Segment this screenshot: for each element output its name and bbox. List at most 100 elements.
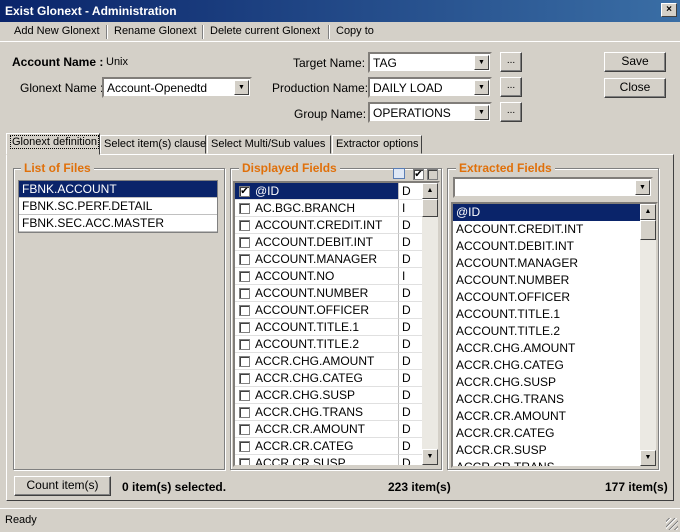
count-items-button[interactable]: Count item(s) xyxy=(14,476,111,496)
displayed-field-row[interactable]: ACCOUNT.TITLE.2 D xyxy=(235,336,423,353)
displayed-field-row[interactable]: ACCOUNT.MANAGER D xyxy=(235,251,423,268)
field-checkbox[interactable] xyxy=(239,390,250,401)
displayed-field-row[interactable]: ACCR.CHG.AMOUNT D xyxy=(235,353,423,370)
field-checkbox[interactable] xyxy=(239,322,250,333)
field-checkbox[interactable] xyxy=(239,220,250,231)
chevron-down-icon[interactable]: ▼ xyxy=(474,55,489,70)
field-checkbox[interactable] xyxy=(239,339,250,350)
menu-add-new-glonext[interactable]: Add New Glonext xyxy=(10,25,104,37)
field-checkbox[interactable] xyxy=(239,203,250,214)
extracted-list-item[interactable]: ACCR.CHG.TRANS xyxy=(453,391,640,408)
chevron-down-icon[interactable]: ▼ xyxy=(474,80,489,95)
extracted-list-item[interactable]: ACCOUNT.MANAGER xyxy=(453,255,640,272)
target-name-combo[interactable]: TAG ▼ xyxy=(368,52,492,73)
displayed-field-row[interactable]: ACCOUNT.NUMBER D xyxy=(235,285,423,302)
field-checkbox[interactable] xyxy=(239,271,250,282)
group-name-label: Group Name: xyxy=(294,107,367,121)
field-checkbox[interactable] xyxy=(239,407,250,418)
displayed-field-row[interactable]: ACCOUNT.CREDIT.INT D xyxy=(235,217,423,234)
resize-grip-icon[interactable] xyxy=(666,518,678,530)
scroll-down-icon[interactable]: ▼ xyxy=(422,449,438,465)
chevron-down-icon[interactable]: ▼ xyxy=(474,105,489,120)
extracted-list-item[interactable]: ACCOUNT.NUMBER xyxy=(453,272,640,289)
tab-select-items-clause[interactable]: Select item(s) clause xyxy=(100,135,206,154)
displayed-field-row[interactable]: ACCR.CR.CATEG D xyxy=(235,438,423,455)
field-checkbox[interactable] xyxy=(239,237,250,248)
glonext-name-combo[interactable]: Account-Openedtd ▼ xyxy=(102,77,252,98)
displayed-scrollbar[interactable]: ▲ ▼ xyxy=(422,183,438,465)
displayed-field-row[interactable]: ACCR.CR.SUSP D xyxy=(235,455,423,465)
displayed-field-row[interactable]: @ID ✔ D xyxy=(235,183,423,200)
displayed-field-row[interactable]: ACCOUNT.NO I xyxy=(235,268,423,285)
displayed-field-row[interactable]: ACCR.CHG.CATEG D xyxy=(235,370,423,387)
chevron-down-icon[interactable]: ▼ xyxy=(234,80,249,95)
group-name-combo[interactable]: OPERATIONS ▼ xyxy=(368,102,492,123)
extracted-list-item[interactable]: ACCR.CHG.CATEG xyxy=(453,357,640,374)
chevron-down-icon[interactable]: ▼ xyxy=(635,180,650,195)
tab-select-multi-sub-values[interactable]: Select Multi/Sub values xyxy=(207,135,331,154)
field-name: ACCR.CR.SUSP xyxy=(235,455,399,465)
production-name-combo[interactable]: DAILY LOAD ▼ xyxy=(368,77,492,98)
field-type: D xyxy=(399,353,423,370)
field-checkbox[interactable]: ✔ xyxy=(239,186,250,197)
scroll-up-icon[interactable]: ▲ xyxy=(640,204,656,220)
extracted-list-item[interactable]: ACCR.CR.AMOUNT xyxy=(453,408,640,425)
displayed-field-row[interactable]: ACCOUNT.OFFICER D xyxy=(235,302,423,319)
scroll-thumb[interactable] xyxy=(640,220,656,240)
field-checkbox[interactable] xyxy=(239,458,250,465)
field-checkbox[interactable] xyxy=(239,356,250,367)
extracted-list-item[interactable]: ACCOUNT.DEBIT.INT xyxy=(453,238,640,255)
production-name-value: DAILY LOAD xyxy=(373,81,443,95)
file-list-item[interactable]: FBNK.SEC.ACC.MASTER xyxy=(19,215,217,232)
target-browse-button[interactable]: ... xyxy=(500,52,522,72)
displayed-field-row[interactable]: AC.BGC.BRANCH I xyxy=(235,200,423,217)
tab-glonext-definition[interactable]: Glonext definition xyxy=(6,133,100,155)
field-checkbox[interactable] xyxy=(239,288,250,299)
clear-all-checkbox[interactable] xyxy=(427,169,438,180)
production-browse-button[interactable]: ... xyxy=(500,77,522,97)
field-type: D xyxy=(399,319,423,336)
scroll-thumb[interactable] xyxy=(422,199,438,217)
field-checkbox[interactable] xyxy=(239,254,250,265)
extracted-list-item[interactable]: ACCR.CR.SUSP xyxy=(453,442,640,459)
close-button[interactable]: Close xyxy=(604,78,666,98)
displayed-field-row[interactable]: ACCOUNT.TITLE.1 D xyxy=(235,319,423,336)
extracted-list-item[interactable]: ACCR.CHG.SUSP xyxy=(453,374,640,391)
extracted-list-item[interactable]: ACCOUNT.TITLE.1 xyxy=(453,306,640,323)
menu-delete-current-glonext[interactable]: Delete current Glonext xyxy=(206,25,324,37)
displayed-field-row[interactable]: ACCR.CHG.SUSP D xyxy=(235,387,423,404)
grid-view-icon[interactable] xyxy=(393,168,405,179)
displayed-fields-list[interactable]: @ID ✔ D AC.BGC.BRANCH I ACCOUNT.CREDIT.INT D AC… xyxy=(233,181,440,467)
menu-rename-glonext[interactable]: Rename Glonext xyxy=(110,25,201,37)
extracted-list-item[interactable]: ACCR.CR.CATEG xyxy=(453,425,640,442)
displayed-field-row[interactable]: ACCR.CR.AMOUNT D xyxy=(235,421,423,438)
extracted-list-item[interactable]: ACCOUNT.CREDIT.INT xyxy=(453,221,640,238)
scroll-up-icon[interactable]: ▲ xyxy=(422,183,438,199)
field-checkbox[interactable] xyxy=(239,305,250,316)
scroll-down-icon[interactable]: ▼ xyxy=(640,450,656,466)
window-close-button[interactable]: × xyxy=(661,3,677,17)
extracted-fields-list[interactable]: @ID ACCOUNT.CREDIT.INT ACCOUNT.DEBIT.INT AC… xyxy=(451,202,658,468)
extracted-list-item[interactable]: @ID xyxy=(453,204,640,221)
menu-copy-to[interactable]: Copy to xyxy=(332,25,378,37)
file-list-item[interactable]: FBNK.SC.PERF.DETAIL xyxy=(19,198,217,215)
field-checkbox[interactable] xyxy=(239,373,250,384)
save-button[interactable]: Save xyxy=(604,52,666,72)
extracted-list-item[interactable]: ACCOUNT.TITLE.2 xyxy=(453,323,640,340)
extracted-filter-combo[interactable]: ▼ xyxy=(453,177,653,198)
displayed-field-row[interactable]: ACCR.CHG.TRANS D xyxy=(235,404,423,421)
field-checkbox[interactable] xyxy=(239,441,250,452)
field-type: D xyxy=(399,302,423,319)
extracted-list-item[interactable]: ACCR.CR.TRANS xyxy=(453,459,640,466)
file-list-item[interactable]: FBNK.ACCOUNT xyxy=(19,181,217,198)
group-browse-button[interactable]: ... xyxy=(500,102,522,122)
extracted-list-item[interactable]: ACCOUNT.OFFICER xyxy=(453,289,640,306)
extracted-list-item[interactable]: ACCR.CHG.AMOUNT xyxy=(453,340,640,357)
extracted-scrollbar[interactable]: ▲ ▼ xyxy=(640,204,656,466)
select-all-checkbox[interactable]: ✔ xyxy=(413,169,424,180)
field-checkbox[interactable] xyxy=(239,424,250,435)
files-rows: FBNK.ACCOUNT FBNK.SC.PERF.DETAIL FBNK.SEC.… xyxy=(18,180,218,233)
tab-extractor-options[interactable]: Extractor options xyxy=(332,135,422,154)
files-list[interactable]: FBNK.ACCOUNT FBNK.SC.PERF.DETAIL FBNK.SEC.… xyxy=(18,180,218,466)
displayed-field-row[interactable]: ACCOUNT.DEBIT.INT D xyxy=(235,234,423,251)
